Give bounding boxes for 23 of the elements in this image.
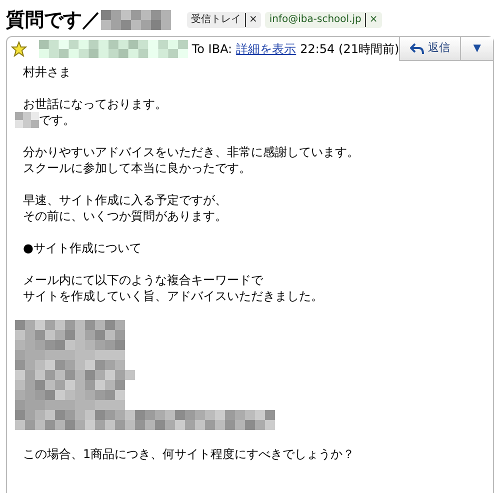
body-text: 早速、サイト作成に入る予定ですが、 <box>23 192 228 208</box>
body-text: スクールに参加して本当に良かったです。 <box>23 160 252 176</box>
body-text: 村井さま <box>23 64 72 80</box>
message-time: 22:54 (21時間前) <box>300 41 400 58</box>
remove-label-button[interactable]: × <box>245 13 258 27</box>
body-text: お世話になっております。 <box>23 96 168 112</box>
star-icon[interactable] <box>11 41 27 57</box>
subject-title: 質問です／ <box>6 8 101 33</box>
body-text: この場合、1商品につき、何サイト程度にすべきでしょうか？ <box>23 446 356 462</box>
remove-label-button[interactable]: × <box>365 13 378 27</box>
show-details-link[interactable]: 詳細を表示 <box>236 40 296 58</box>
dropdown-button[interactable]: ▼ <box>461 37 493 61</box>
body-text: です。 <box>39 112 75 128</box>
body-text: ●サイト作成について <box>23 240 142 256</box>
recipient-label: To IBA: <box>192 41 232 58</box>
body-text: サイトを作成していく旨、アドバイスいただきました。 <box>23 288 324 304</box>
reply-button[interactable]: 返信 <box>399 37 462 61</box>
body-text: メール内にて以下のような複合キーワードで <box>23 272 264 288</box>
label-tag[interactable]: 受信トレイ × <box>187 12 262 28</box>
body-text: 分かりやすいアドバイスをいただき、非常に感謝しています。 <box>23 144 360 160</box>
label-tag[interactable]: info@iba-school.jp × <box>265 12 382 28</box>
reply-arrow-icon <box>410 42 424 54</box>
body-text: その前に、いくつか質問があります。 <box>23 208 228 224</box>
